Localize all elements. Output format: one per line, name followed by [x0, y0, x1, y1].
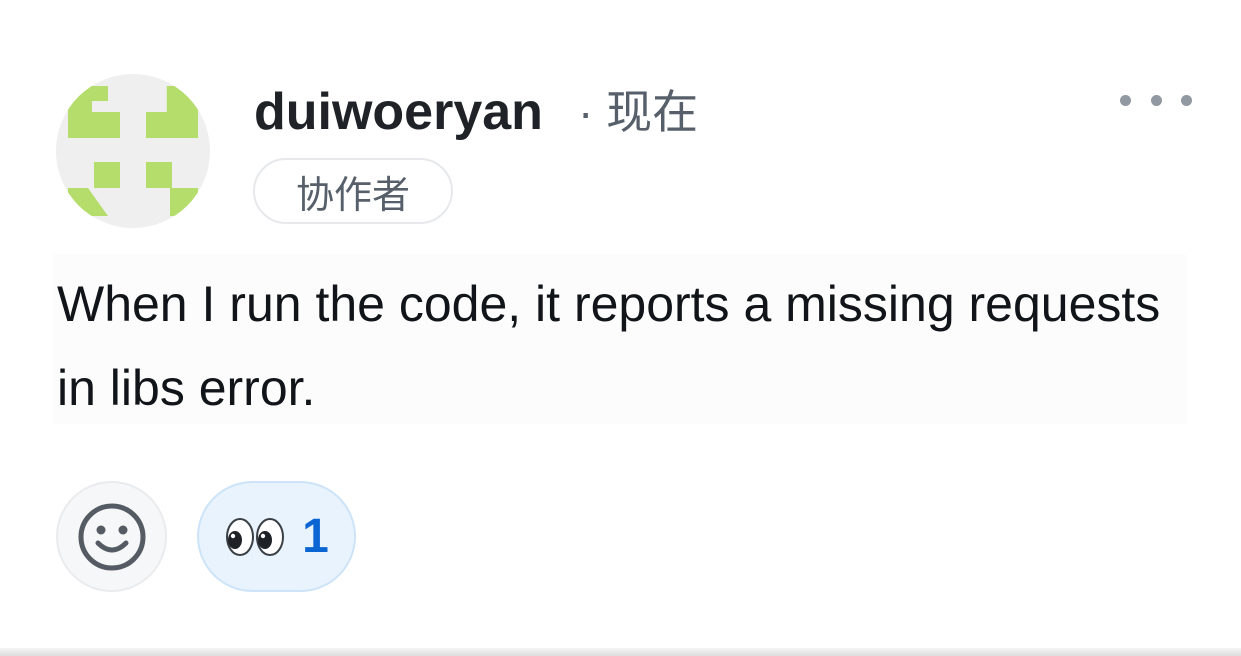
reaction-eyes[interactable]: 1 — [197, 481, 356, 592]
identicon-block — [68, 188, 108, 216]
timestamp[interactable]: 现在 — [606, 86, 698, 138]
separator-dot: · — [578, 86, 594, 138]
dot — [1150, 94, 1162, 106]
role-badge: 协作者 — [253, 158, 453, 224]
identicon-block — [94, 162, 120, 188]
author-name[interactable]: duiwoeryan — [254, 82, 543, 142]
comment-body: When I run the code, it reports a missin… — [57, 276, 1161, 416]
avatar[interactable] — [56, 74, 210, 228]
identicon-block — [68, 112, 120, 138]
comment-card: duiwoeryan · 现在 协作者 When I run the code,… — [0, 0, 1241, 656]
smiley-icon — [78, 503, 145, 570]
eyes-emoji-icon — [226, 517, 285, 556]
add-reaction-button[interactable] — [56, 481, 167, 592]
more-options-icon[interactable] — [1120, 86, 1192, 114]
reaction-count: 1 — [302, 509, 329, 563]
timestamp-group: · 现在 — [578, 84, 698, 140]
identicon-block — [146, 86, 198, 138]
dot — [1120, 94, 1131, 106]
dot — [1181, 94, 1192, 106]
divider — [0, 648, 1241, 656]
identicon-block — [170, 188, 198, 216]
identicon-block — [146, 162, 172, 188]
